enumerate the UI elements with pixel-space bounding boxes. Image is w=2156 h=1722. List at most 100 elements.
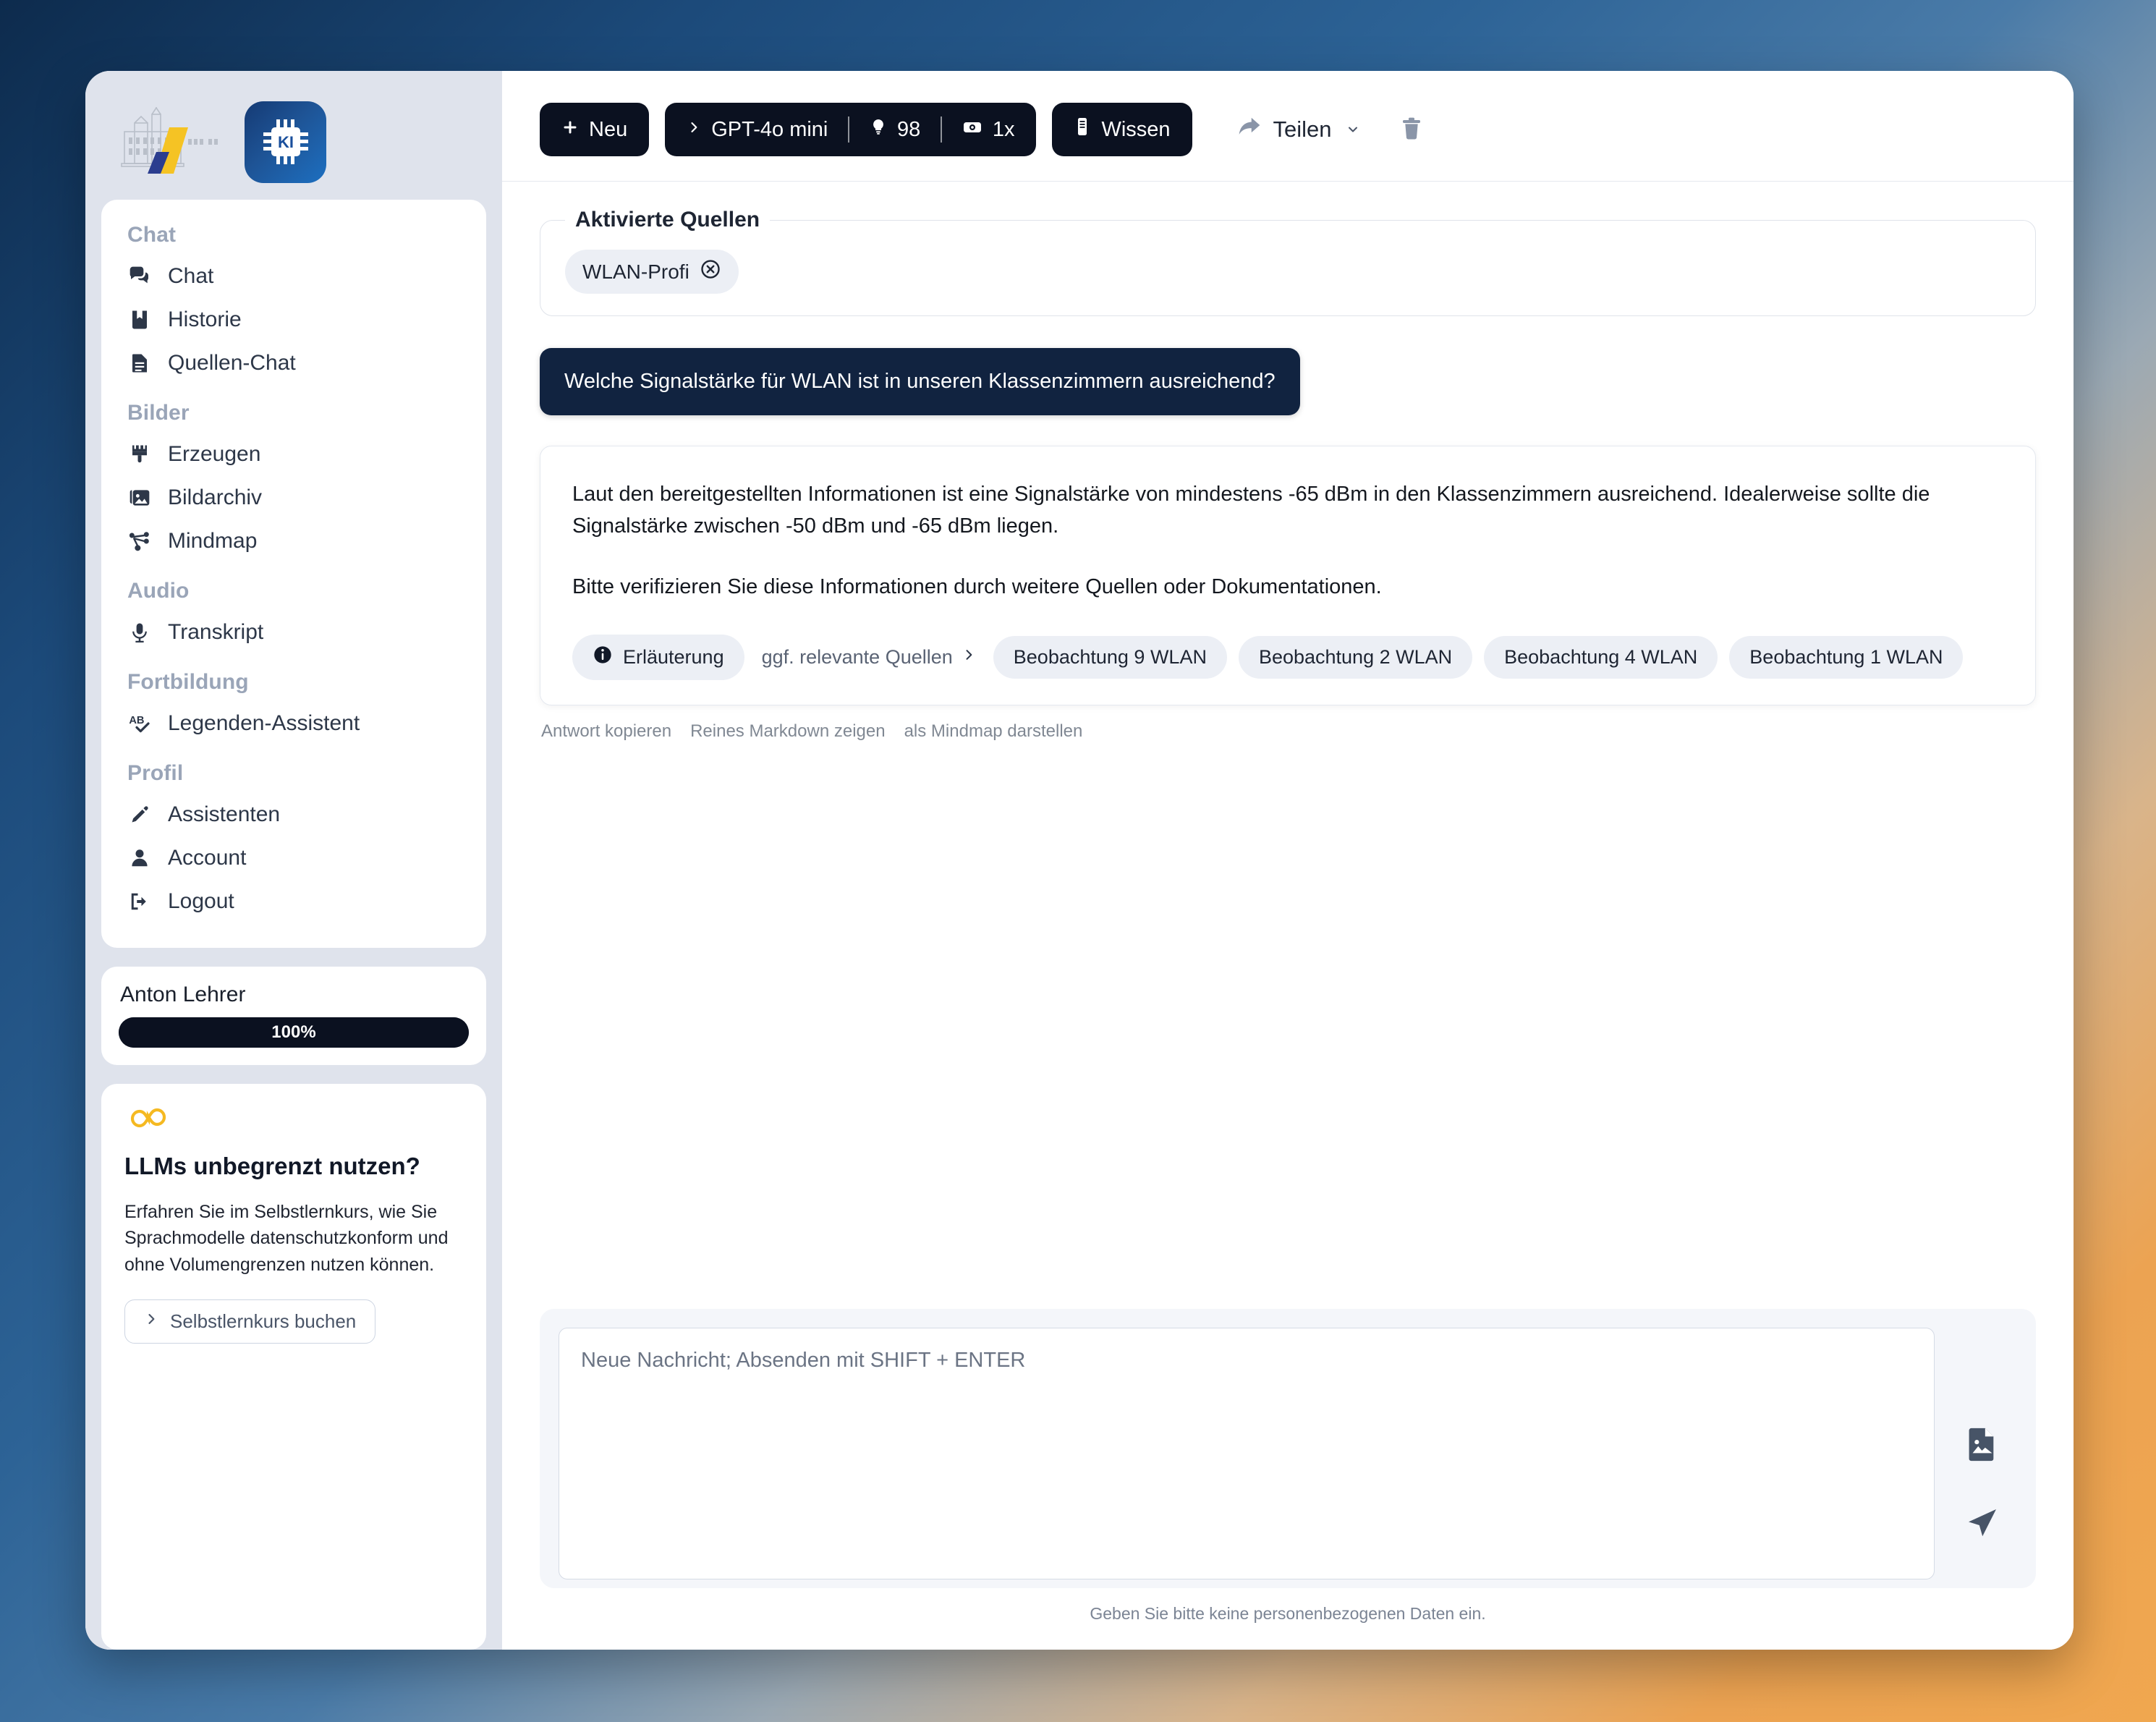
model-selector-button[interactable]: GPT-4o mini 98 1x <box>665 103 1037 156</box>
assistant-action-links: Antwort kopieren Reines Markdown zeigen … <box>540 721 2036 742</box>
infinity-icon <box>124 1106 463 1137</box>
multiplier-icon <box>962 118 982 142</box>
sidebar-group-title-audio: Audio <box>127 579 190 603</box>
microphone-icon <box>127 620 152 645</box>
relevant-sources-label: ggf. relevante Quellen <box>761 646 953 669</box>
attach-image-button[interactable] <box>1966 1425 1999 1464</box>
sidebar-item-label: Chat <box>168 264 214 288</box>
source-reference-chip[interactable]: Beobachtung 4 WLAN <box>1484 636 1718 679</box>
composer-actions <box>1948 1328 2017 1579</box>
divider <box>848 116 849 143</box>
sidebar-group-title-chat: Chat <box>127 223 177 247</box>
sidebar-item-label: Legenden-Assistent <box>168 711 360 735</box>
active-source-chip[interactable]: WLAN-Profi <box>565 250 739 294</box>
conversation-scroll-area: Aktivierte Quellen WLAN-Profi Welche Sig… <box>502 182 2074 1309</box>
show-markdown-link[interactable]: Reines Markdown zeigen <box>690 721 885 742</box>
sidebar-item-quellen-chat[interactable]: Quellen-Chat <box>101 342 486 385</box>
sidebar-item-label: Erzeugen <box>168 442 261 466</box>
relevant-sources-toggle[interactable]: ggf. relevante Quellen <box>756 636 982 679</box>
share-arrow-icon <box>1237 116 1262 143</box>
sidebar-item-label: Logout <box>168 889 234 913</box>
chevron-right-icon <box>144 1310 158 1333</box>
privacy-note: Geben Sie bitte keine personenbezogenen … <box>1090 1604 1486 1623</box>
paintbrush-icon <box>127 442 152 467</box>
promo-text: Erfahren Sie im Selbstlernkurs, wie Sie … <box>124 1202 449 1275</box>
knowledge-button[interactable]: Wissen <box>1052 103 1192 156</box>
app-window: KI Chat Chat Historie Quellen-Chat Bilde… <box>85 71 2074 1650</box>
sidebar-item-label: Transkript <box>168 620 264 644</box>
composer <box>540 1309 2036 1588</box>
document-icon <box>127 351 152 376</box>
user-message-bubble: Welche Signalstärke für WLAN ist in unse… <box>540 348 1300 415</box>
source-reference-chip[interactable]: Beobachtung 2 WLAN <box>1238 636 1473 679</box>
new-chat-button[interactable]: Neu <box>540 103 650 156</box>
assistant-paragraph: Bitte verifizieren Sie diese Information… <box>572 575 1382 599</box>
sidebar-item-logout[interactable]: Logout <box>101 880 486 923</box>
trash-icon <box>1400 116 1423 144</box>
sidebar-item-label: Bildarchiv <box>168 485 263 509</box>
divider <box>941 116 942 143</box>
sidebar-item-erzeugen[interactable]: Erzeugen <box>101 433 486 476</box>
sidebar-nav: Chat Chat Historie Quellen-Chat Bilder E… <box>101 200 486 948</box>
explanation-chip[interactable]: Erläuterung <box>572 635 744 681</box>
assistant-paragraph: Laut den bereitgestellten Informationen … <box>572 483 1930 538</box>
assistant-chip-row: Erläuterung ggf. relevante Quellen Beoba… <box>572 635 2003 681</box>
chevron-down-icon <box>1344 116 1362 143</box>
sidebar-item-label: Assistenten <box>168 802 281 826</box>
circle-x-icon[interactable] <box>700 258 721 285</box>
sidebar-item-assistenten[interactable]: Assistenten <box>101 793 486 836</box>
delete-chat-button[interactable] <box>1388 116 1435 144</box>
sidebar-item-transkript[interactable]: Transkript <box>101 611 486 654</box>
copy-answer-link[interactable]: Antwort kopieren <box>541 721 671 742</box>
logout-icon <box>127 889 152 914</box>
chat-bubbles-icon <box>127 264 152 289</box>
knowledge-label: Wissen <box>1101 117 1171 141</box>
user-message-row: Welche Signalstärke für WLAN ist in unse… <box>540 348 2036 415</box>
sidebar-item-account[interactable]: Account <box>101 836 486 880</box>
show-as-mindmap-link[interactable]: als Mindmap darstellen <box>904 721 1083 742</box>
user-quota-card: Anton Lehrer 100% <box>101 967 486 1065</box>
source-reference-chip[interactable]: Beobachtung 1 WLAN <box>1729 636 1964 679</box>
book-bookmark-icon <box>127 308 152 332</box>
share-label: Teilen <box>1273 116 1332 142</box>
send-message-button[interactable] <box>1965 1506 2000 1543</box>
plus-icon <box>561 118 579 142</box>
sidebar-group-title-profil: Profil <box>127 761 184 785</box>
sidebar-item-historie[interactable]: Historie <box>101 298 486 342</box>
sidebar-item-legenden-assistent[interactable]: AB Legenden-Assistent <box>101 702 486 745</box>
pencil-icon <box>127 802 152 827</box>
ki-app-tile[interactable]: KI <box>245 101 326 183</box>
info-icon <box>593 645 613 670</box>
message-input[interactable] <box>559 1328 1935 1579</box>
sidebar-group-title-bilder: Bilder <box>127 401 190 425</box>
book-icon <box>1074 116 1091 143</box>
active-source-label: WLAN-Profi <box>582 260 689 283</box>
sidebar-item-chat[interactable]: Chat <box>101 255 486 298</box>
active-sources-panel: Aktivierte Quellen WLAN-Profi <box>540 208 2036 316</box>
sidebar: KI Chat Chat Historie Quellen-Chat Bilde… <box>85 71 502 1650</box>
images-icon <box>127 485 152 510</box>
brand-row: KI <box>101 87 486 197</box>
share-button[interactable]: Teilen <box>1227 116 1372 143</box>
chevron-right-icon <box>962 646 976 669</box>
chevron-right-icon <box>687 118 701 142</box>
file-image-icon <box>1966 1425 1999 1464</box>
explanation-label: Erläuterung <box>623 646 724 669</box>
active-sources-legend: Aktivierte Quellen <box>575 208 760 232</box>
multiplier-label: 1x <box>992 117 1015 141</box>
user-icon <box>127 846 152 870</box>
sidebar-item-mindmap[interactable]: Mindmap <box>101 519 486 563</box>
quota-progress-label: 100% <box>271 1022 316 1042</box>
book-course-button[interactable]: Selbstlernkurs buchen <box>124 1299 376 1344</box>
new-chat-label: Neu <box>589 117 628 141</box>
source-reference-chip[interactable]: Beobachtung 9 WLAN <box>993 636 1227 679</box>
lightbulb-icon <box>870 117 887 142</box>
promo-card: LLMs unbegrenzt nutzen? Erfahren Sie im … <box>101 1084 486 1650</box>
composer-wrapper: Geben Sie bitte keine personenbezogenen … <box>502 1309 2074 1650</box>
schloss-logo <box>119 107 226 177</box>
sidebar-item-label: Account <box>168 846 247 870</box>
sidebar-group-title-fortbildung: Fortbildung <box>127 670 249 694</box>
assistant-message-card: Laut den bereitgestellten Informationen … <box>540 446 2036 706</box>
sidebar-item-bildarchiv[interactable]: Bildarchiv <box>101 476 486 519</box>
toolbar: Neu GPT-4o mini 98 1x Wissen Teilen <box>502 71 2074 182</box>
